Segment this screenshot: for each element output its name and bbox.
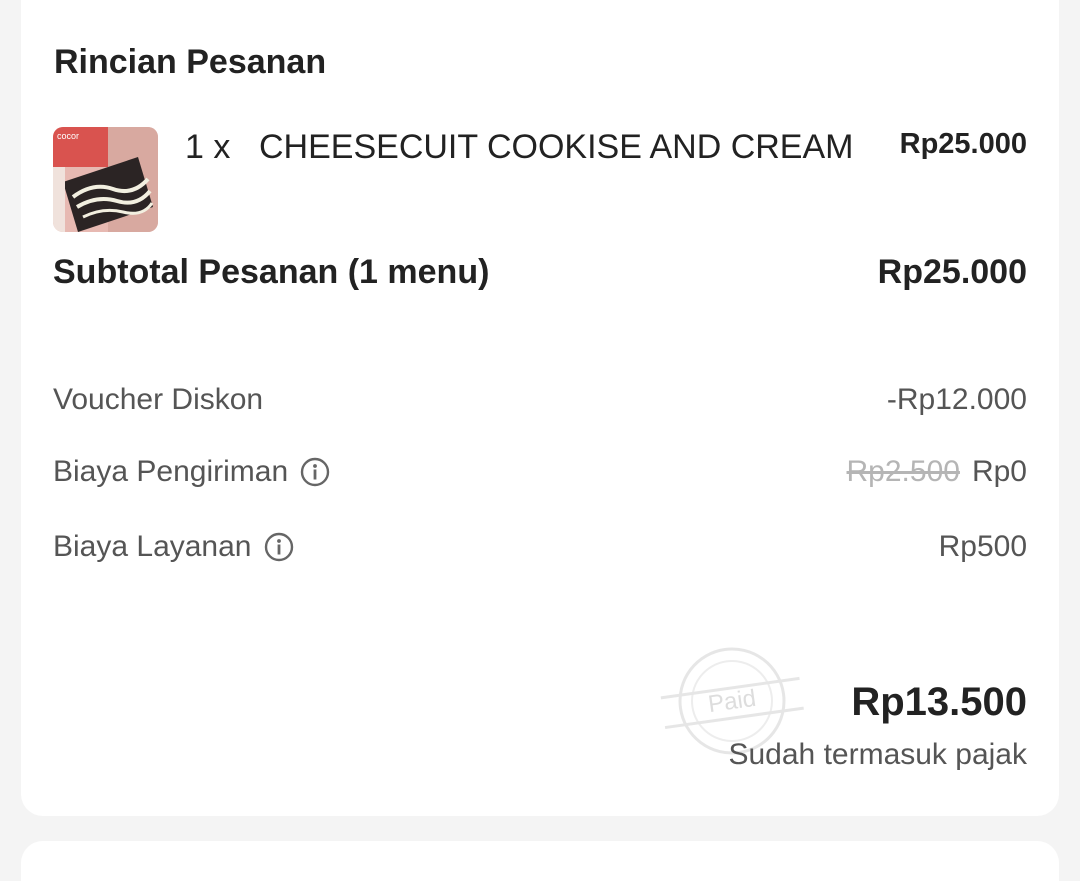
service-fee-value-text: Rp500	[938, 530, 1027, 563]
cheesecake-product-photo-icon: cocor	[53, 127, 158, 232]
item-quantity: 1 x	[185, 128, 231, 166]
item-name: CHEESECUIT COOKISE AND CREAM	[259, 128, 854, 166]
shipping-original-price: Rp2.500	[846, 455, 960, 488]
order-details-card: Rincian Pesanan cocor 1 x CHEESECUIT COO…	[21, 0, 1059, 816]
info-icon[interactable]	[264, 532, 294, 562]
shipping-final-price: Rp0	[971, 455, 1027, 488]
voucher-value: -Rp12.000	[887, 383, 1027, 417]
info-icon[interactable]	[300, 457, 330, 487]
voucher-label-text: Voucher Diskon	[53, 383, 264, 416]
shipping-fee-label: Biaya Pengiriman	[53, 455, 330, 489]
voucher-label: Voucher Diskon	[53, 383, 263, 417]
service-fee-value: Rp500	[939, 530, 1027, 564]
svg-text:cocor: cocor	[57, 131, 79, 141]
product-thumbnail[interactable]: cocor	[53, 127, 158, 232]
subtotal-value: Rp25.000	[877, 253, 1027, 291]
shipping-fee-label-text: Biaya Pengiriman	[53, 455, 289, 488]
section-title: Rincian Pesanan	[54, 43, 327, 81]
item-price: Rp25.000	[899, 128, 1027, 160]
total-amount: Rp13.500	[851, 680, 1027, 724]
subtotal-label: Subtotal Pesanan (1 menu)	[53, 253, 490, 291]
next-section-card	[21, 841, 1059, 881]
service-fee-label: Biaya Layanan	[53, 530, 294, 564]
voucher-value-text: -Rp12.000	[886, 383, 1027, 416]
paid-stamp-text: Paid	[706, 685, 757, 718]
service-fee-label-text: Biaya Layanan	[53, 530, 252, 563]
tax-note: Sudah termasuk pajak	[728, 738, 1027, 771]
shipping-fee-value: Rp2.500 Rp0	[847, 455, 1027, 489]
